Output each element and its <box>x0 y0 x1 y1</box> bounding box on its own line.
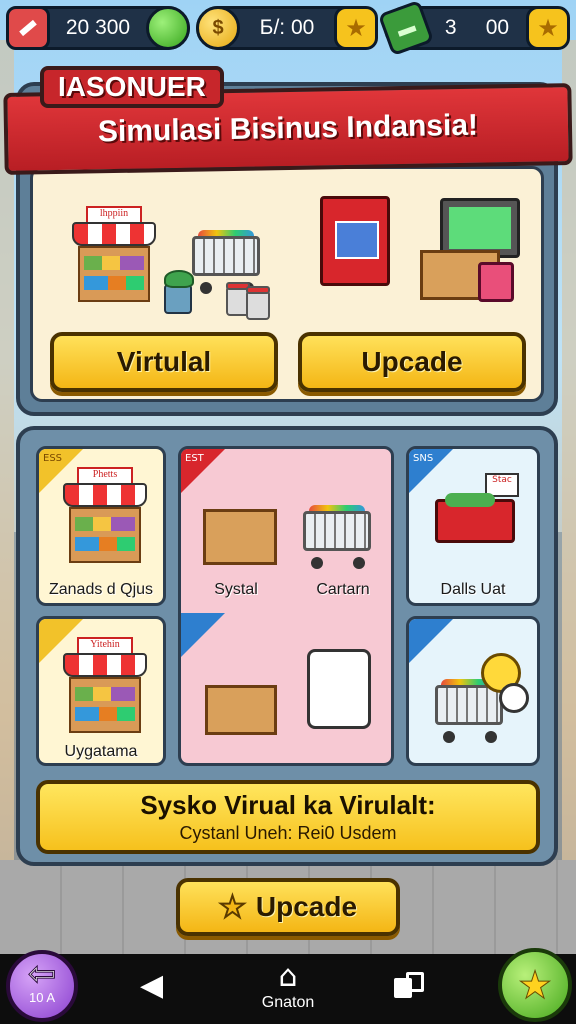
chat-bubble-icon <box>499 683 529 713</box>
navigation-bar: ◀ ⌂ Gnaton <box>0 954 576 1024</box>
coins-counter[interactable]: 20 300 <box>6 6 190 50</box>
market-stall-icon: Yitehin <box>63 637 147 737</box>
gold-coin-icon: $ <box>196 6 240 50</box>
shopping-bag-illustration <box>478 262 514 302</box>
cash-value: Б/: 00 <box>259 16 315 39</box>
business-card-dalls[interactable]: SNS Stac Dalls Uat <box>406 446 540 606</box>
level-label: 10 A <box>28 990 56 1005</box>
title-tag: IASONUER <box>40 66 224 108</box>
upgrade-button[interactable]: Upcade <box>298 332 526 392</box>
shopping-basket-icon: Stac <box>435 473 519 549</box>
crate-icon <box>205 685 277 735</box>
info-subtitle: Cystanl Uneh: Rei0 Usdem <box>179 823 397 843</box>
card-label: Zanads d Qjus <box>48 581 154 598</box>
coins-value: 20 300 <box>65 16 131 39</box>
back-icon[interactable]: ◀ <box>140 968 163 1003</box>
cash-counter[interactable]: $ Б/: 00 ★ <box>196 6 378 50</box>
product-box-illustration <box>320 196 390 286</box>
computer-monitor-illustration <box>440 198 520 258</box>
market-stall-icon: Phetts <box>63 467 147 567</box>
green-gem-icon[interactable] <box>146 6 190 50</box>
star-icon: ★ <box>218 890 246 924</box>
upgrade-bottom-button[interactable]: ★ Upcade <box>176 878 400 936</box>
favorite-star-button[interactable]: ★ <box>498 948 572 1022</box>
shopping-cart-icon <box>297 501 377 571</box>
page-title: Simulasi Bisinus Indansia! <box>97 108 479 149</box>
info-title: Sysko Virual ka Virulalt: <box>140 790 436 820</box>
gems-value: 3 00 <box>444 16 510 39</box>
back-level-button[interactable]: ⇦ 10 A <box>6 950 78 1022</box>
card-badge: EST <box>185 453 204 464</box>
home-icon: ⌂ <box>278 959 298 994</box>
upgrade-bottom-label: Upcade <box>255 891 358 922</box>
home-label: Gnaton <box>261 994 315 1011</box>
potted-plant-illustration <box>164 270 194 314</box>
card-label: Uygatama <box>64 743 138 760</box>
shield-icon <box>6 6 50 50</box>
card-badge: ESS <box>43 453 63 464</box>
blue-corner-badge <box>181 613 225 657</box>
star-icon[interactable]: ★ <box>334 6 378 50</box>
crate-icon <box>203 509 277 565</box>
business-card-social[interactable] <box>406 616 540 766</box>
arrow-left-icon: ⇦ <box>27 954 57 995</box>
card-label: Dalls Uat <box>440 581 506 598</box>
virtual-button[interactable]: Virtulal <box>50 332 278 392</box>
info-banner: Sysko Virual ka Virulalt: Cystanl Uneh: … <box>36 780 540 854</box>
star-icon[interactable]: ★ <box>526 6 570 50</box>
card-label: Cartarn <box>316 581 370 598</box>
card-badge: SNS <box>413 453 434 464</box>
business-card-zanads[interactable]: ESS Phetts Zanads d Qjus <box>36 446 166 606</box>
card-label: Systal <box>214 581 258 598</box>
smartphone-icon <box>307 649 371 729</box>
market-stall-illustration: lhppiin <box>72 206 156 306</box>
resource-bar: 20 300 $ Б/: 00 ★ ▬ 3 00 ★ <box>0 0 576 58</box>
cash-stack-icon: ▬ <box>377 0 435 57</box>
jar-illustration <box>246 286 270 320</box>
business-card-uygatama[interactable]: Yitehin Uygatama <box>36 616 166 766</box>
home-button[interactable]: ⌂ Gnaton <box>256 960 320 1012</box>
gems-counter[interactable]: ▬ 3 00 ★ <box>377 0 570 57</box>
recent-apps-icon[interactable] <box>394 972 424 998</box>
business-card-systal[interactable]: EST Systal Cartarn <box>178 446 394 766</box>
